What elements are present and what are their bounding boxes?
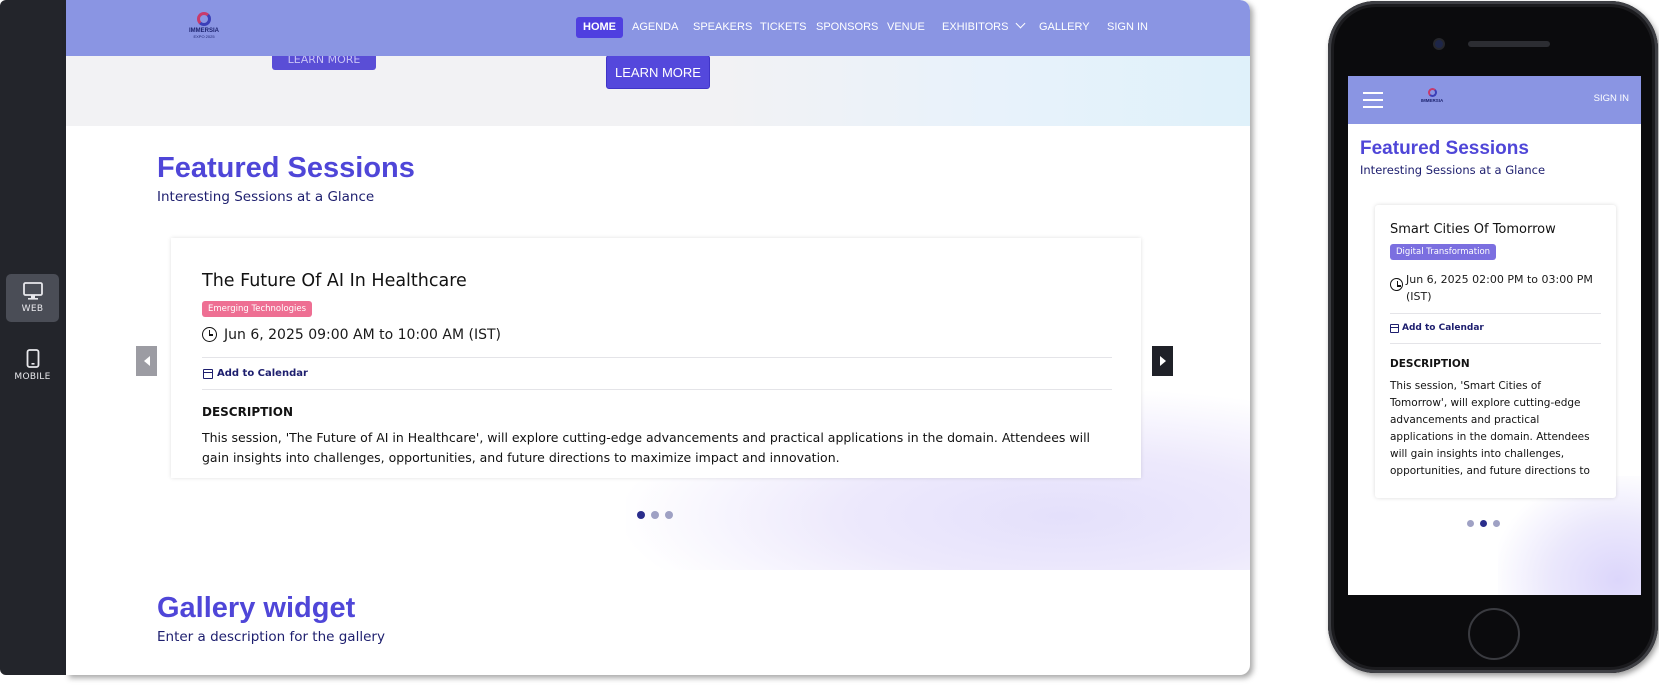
divider — [202, 389, 1112, 390]
smartphone-icon — [26, 348, 39, 368]
web-view-label: WEB — [21, 304, 44, 314]
mobile-carousel-dot-1[interactable] — [1467, 520, 1474, 527]
mobile-brand-name: IMMERSIA — [1420, 98, 1444, 103]
featured-sessions-title: Featured Sessions — [157, 152, 415, 184]
logo-mark-icon — [197, 12, 211, 26]
web-preview: LEARN MORE LEARN MORE IMMERSIA EXPO 2025… — [66, 0, 1250, 675]
calendar-icon — [1390, 324, 1399, 333]
mobile-featured-title: Featured Sessions — [1360, 138, 1529, 159]
mobile-session-time: Jun 6, 2025 02:00 PM to 03:00 PM (IST) — [1406, 273, 1593, 303]
monitor-icon — [22, 282, 43, 300]
nav-exhibitors[interactable]: EXHIBITORS — [942, 17, 1026, 38]
mobile-sign-in[interactable]: SIGN IN — [1594, 93, 1629, 104]
carousel-dot-1[interactable] — [637, 511, 645, 519]
mobile-add-to-calendar-link[interactable]: Add to Calendar — [1402, 323, 1484, 333]
divider — [202, 357, 1112, 358]
mobile-brand-logo[interactable]: IMMERSIA — [1419, 88, 1445, 112]
session-card: The Future Of AI In Healthcare Emerging … — [171, 238, 1141, 478]
hamburger-menu-icon[interactable] — [1363, 92, 1383, 108]
arrow-right-icon — [1159, 356, 1166, 366]
clock-icon — [202, 327, 217, 342]
mobile-carousel-dot-2[interactable] — [1480, 520, 1487, 527]
gallery-subtitle: Enter a description for the gallery — [157, 629, 385, 645]
gallery-title: Gallery widget — [157, 592, 356, 624]
mobile-session-tag-badge: Digital Transformation — [1390, 244, 1497, 260]
mobile-carousel-dot-3[interactable] — [1493, 520, 1500, 527]
divider — [1390, 313, 1601, 314]
brand-logo[interactable]: IMMERSIA EXPO 2025 — [183, 12, 225, 42]
session-tag-badge: Emerging Technologies — [202, 301, 313, 317]
mobile-navbar: IMMERSIA SIGN IN — [1348, 76, 1641, 124]
add-to-calendar-link[interactable]: Add to Calendar — [217, 368, 308, 379]
divider — [1390, 343, 1601, 344]
mobile-preview: IMMERSIA SIGN IN Featured Sessions Inter… — [1328, 1, 1658, 673]
logo-mark-icon — [1427, 88, 1437, 97]
top-navbar: IMMERSIA EXPO 2025 HOME AGENDA SPEAKERS … — [66, 0, 1250, 56]
mobile-view-button[interactable]: MOBILE — [6, 341, 59, 389]
mobile-featured-subtitle: Interesting Sessions at a Glance — [1360, 163, 1546, 177]
mobile-screen: IMMERSIA SIGN IN Featured Sessions Inter… — [1348, 76, 1641, 595]
description-heading: DESCRIPTION — [202, 405, 294, 419]
session-time: Jun 6, 2025 09:00 AM to 10:00 AM (IST) — [224, 327, 502, 343]
nav-tickets[interactable]: TICKETS — [760, 17, 806, 38]
nav-sponsors[interactable]: SPONSORS — [816, 17, 878, 38]
nav-home[interactable]: HOME — [576, 17, 623, 38]
carousel-next-button[interactable] — [1152, 346, 1173, 376]
mobile-description-heading: DESCRIPTION — [1390, 358, 1470, 370]
learn-more-button[interactable]: LEARN MORE — [606, 55, 710, 89]
nav-venue[interactable]: VENUE — [887, 17, 925, 38]
nav-sign-in[interactable]: SIGN IN — [1107, 17, 1148, 38]
calendar-icon — [203, 369, 213, 379]
nav-speakers[interactable]: SPEAKERS — [693, 17, 752, 38]
nav-agenda[interactable]: AGENDA — [632, 17, 678, 38]
brand-tagline: EXPO 2025 — [193, 34, 215, 39]
speaker-grille — [1468, 41, 1550, 47]
home-button — [1468, 608, 1520, 660]
session-description: This session, 'The Future of AI in Healt… — [202, 430, 1091, 465]
mobile-view-label: MOBILE — [14, 371, 51, 382]
arrow-left-icon — [143, 356, 150, 366]
nav-gallery[interactable]: GALLERY — [1039, 17, 1090, 38]
featured-sessions-subtitle: Interesting Sessions at a Glance — [157, 189, 375, 205]
nav-exhibitors-label: EXHIBITORS — [942, 21, 1009, 33]
camera-icon — [1435, 40, 1443, 48]
session-title: The Future Of AI In Healthcare — [202, 271, 467, 291]
web-view-button[interactable]: WEB — [6, 274, 59, 322]
device-switcher: WEB MOBILE — [0, 0, 66, 675]
carousel-dot-3[interactable] — [665, 511, 673, 519]
clock-icon — [1390, 278, 1403, 291]
carousel-dot-2[interactable] — [651, 511, 659, 519]
mobile-session-card: Smart Cities Of Tomorrow Digital Transfo… — [1375, 205, 1616, 498]
mobile-session-description: This session, 'Smart Cities of Tomorrow'… — [1390, 380, 1590, 477]
carousel-prev-button[interactable] — [136, 346, 157, 376]
mobile-session-title: Smart Cities Of Tomorrow — [1390, 222, 1556, 237]
chevron-down-icon — [1015, 18, 1026, 29]
